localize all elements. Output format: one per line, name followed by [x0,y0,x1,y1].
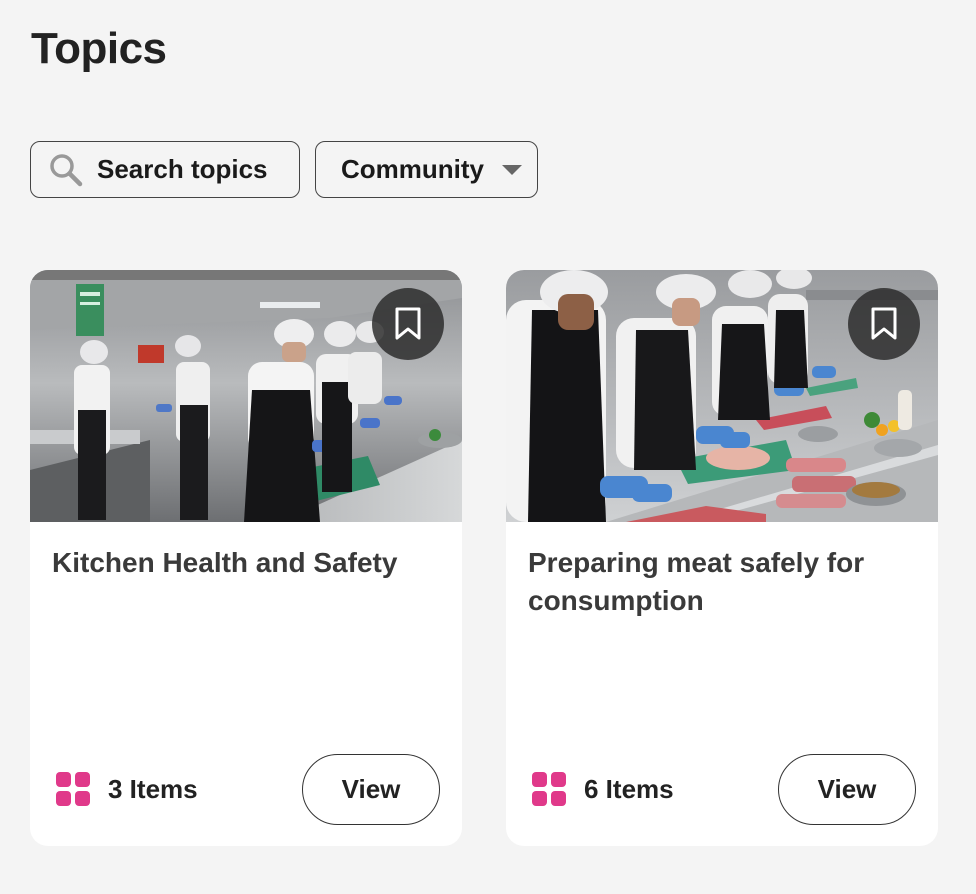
view-button[interactable]: View [778,754,916,825]
topic-card-image [30,270,462,522]
view-button[interactable]: View [302,754,440,825]
bookmark-button[interactable] [372,288,444,360]
community-dropdown[interactable]: Community [315,141,538,198]
search-topics-input[interactable]: Search topics [30,141,300,198]
topic-items-count: 3 Items [56,772,198,806]
bookmark-button[interactable] [848,288,920,360]
items-count-label: 3 Items [108,773,198,804]
topic-card: Preparing meat safely for consumption 6 … [506,270,938,846]
bookmark-icon [870,307,898,341]
grid-icon [56,772,90,806]
grid-icon [532,772,566,806]
topic-card-image [506,270,938,522]
search-topics-label: Search topics [97,154,268,184]
topic-card-title: Preparing meat safely for consumption [528,547,865,616]
page-title: Topics [31,24,167,73]
chevron-down-icon [502,164,522,176]
bookmark-icon [394,307,422,341]
items-count-label: 6 Items [584,773,674,804]
topic-items-count: 6 Items [532,772,674,806]
search-icon [49,153,83,187]
topic-card-title: Kitchen Health and Safety [52,547,398,578]
community-dropdown-label: Community [341,154,484,184]
topic-card: Kitchen Health and Safety 3 Items View [30,270,462,846]
